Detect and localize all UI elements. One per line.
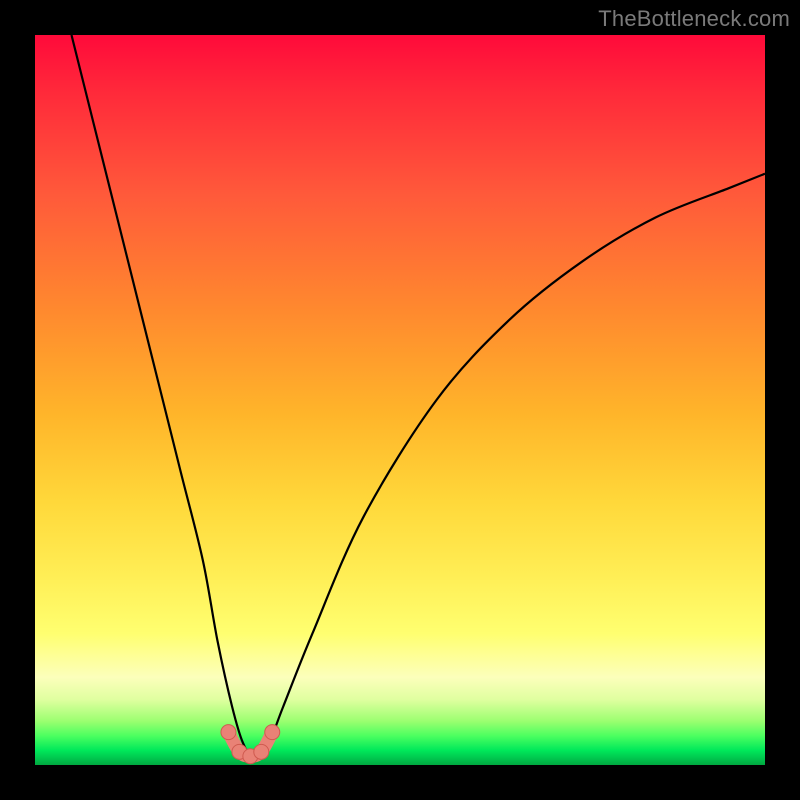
bottleneck-curve-line xyxy=(72,35,766,758)
min-region-marker-dot xyxy=(265,725,280,740)
chart-svg xyxy=(35,35,765,765)
chart-frame: TheBottleneck.com xyxy=(0,0,800,800)
min-region-marker-dot xyxy=(254,744,269,759)
watermark-text: TheBottleneck.com xyxy=(598,6,790,32)
min-region-marker-dot xyxy=(221,725,236,740)
chart-plot-area xyxy=(35,35,765,765)
